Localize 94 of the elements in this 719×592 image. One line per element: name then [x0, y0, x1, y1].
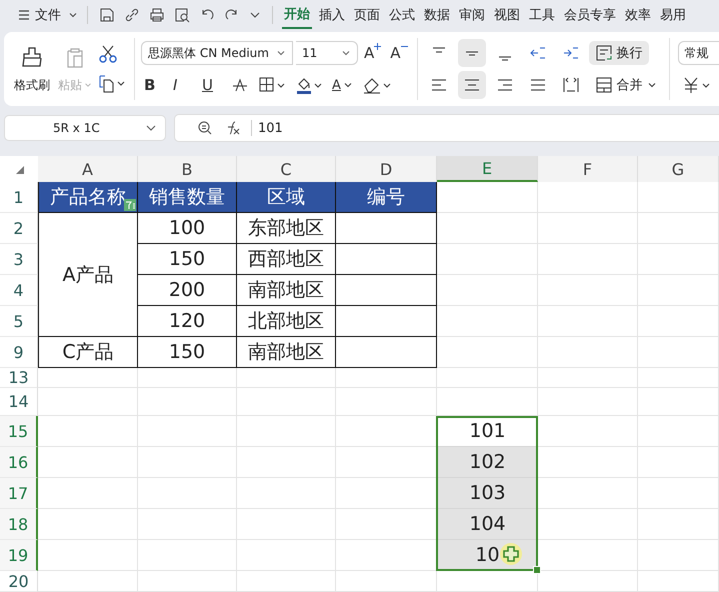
ribbon-tab[interactable]: 数据 [422, 2, 452, 28]
row-header[interactable]: 15 [0, 416, 38, 447]
selected-cell[interactable]: 103 [437, 478, 538, 509]
selected-cell[interactable]: 104 [437, 509, 538, 540]
caret-icon [276, 48, 286, 58]
row-header[interactable]: 17 [0, 478, 38, 509]
number-format-select[interactable]: 常规 [678, 41, 719, 65]
horizontal-align-icon[interactable] [458, 71, 486, 99]
caret-icon [342, 80, 353, 90]
merge-icon [594, 76, 613, 94]
ribbon-tab[interactable]: 易用 [658, 2, 688, 28]
print-preview-icon[interactable] [174, 7, 190, 23]
column-header[interactable]: E [437, 156, 538, 182]
menu-icon[interactable] [18, 9, 30, 21]
formula-bar[interactable]: 101 [174, 114, 719, 142]
caret-icon[interactable] [68, 10, 78, 20]
zoom-icon[interactable] [197, 120, 213, 136]
vertical-align-icon[interactable] [458, 39, 486, 67]
plus-icon [374, 43, 382, 50]
table-cell: 150 [138, 244, 237, 275]
brush-icon [20, 44, 44, 68]
table-cell: C产品 [38, 337, 138, 368]
bold-button[interactable]: B [141, 73, 167, 97]
link-icon[interactable] [124, 7, 140, 23]
table-cell: 北部地区 [237, 306, 336, 337]
print-icon[interactable] [149, 7, 165, 23]
column-header[interactable]: G [638, 156, 719, 182]
table-cell: 100 [138, 213, 237, 244]
copy-icon[interactable] [98, 74, 126, 94]
table-cell: 120 [138, 306, 237, 337]
font-size-select[interactable]: 11 [296, 41, 358, 65]
name-box[interactable]: 5R x 1C [4, 115, 166, 141]
column-header[interactable]: A [38, 156, 138, 182]
row-header[interactable]: 3 [0, 244, 38, 275]
row-header[interactable]: 9 [0, 337, 38, 368]
row-header[interactable]: 4 [0, 275, 38, 306]
decrease-font-button[interactable]: A [387, 41, 411, 65]
italic-button[interactable]: I [170, 73, 196, 97]
underline-button[interactable]: U [199, 73, 225, 97]
caret-icon [84, 81, 92, 89]
fill-handle[interactable] [533, 566, 541, 574]
wrap-text-icon [594, 44, 613, 62]
table-cell: 200 [138, 275, 237, 306]
ribbon-tab[interactable]: 工具 [527, 2, 557, 28]
row-header[interactable]: 19 [0, 540, 38, 571]
fill-color-icon[interactable] [295, 76, 323, 94]
column-header[interactable]: B [138, 156, 237, 182]
row-header[interactable]: 1 [0, 182, 38, 213]
eraser-icon[interactable] [362, 76, 392, 94]
ribbon-tab[interactable]: 公式 [387, 2, 417, 28]
row-header[interactable]: 5 [0, 306, 38, 337]
table-header-cell: 销售数量 [138, 182, 237, 213]
strikethrough-icon[interactable] [231, 76, 249, 94]
merge-button[interactable]: 合并 [588, 73, 663, 97]
table-cell: 南部地区 [237, 275, 336, 306]
table-cell: 西部地区 [237, 244, 336, 275]
file-menu[interactable]: 文件 [35, 6, 61, 24]
save-icon[interactable] [99, 7, 115, 23]
ribbon-tab[interactable]: 审阅 [457, 2, 487, 28]
column-header[interactable]: C [237, 156, 336, 182]
caret-icon [646, 80, 657, 90]
table-header-cell: 区域 [237, 182, 336, 213]
table-header-cell: 编号 [336, 182, 437, 213]
table-cell: 东部地区 [237, 213, 336, 244]
scissors-icon[interactable] [98, 44, 118, 64]
table-cell: 南部地区 [237, 337, 336, 368]
format-painter-button[interactable]: 格式刷 [12, 44, 52, 94]
ribbon-tab[interactable]: 插入 [317, 2, 347, 28]
ribbon-tab[interactable]: 视图 [492, 2, 522, 28]
selected-cell[interactable]: 102 [437, 447, 538, 478]
filter-icon[interactable] [124, 199, 136, 211]
ribbon-tab[interactable]: 会员专享 [562, 2, 618, 28]
table-cell: A产品 [38, 213, 138, 337]
table-header-cell: 产品名称 [38, 182, 138, 213]
font-color-button[interactable]: A [329, 73, 356, 97]
ribbon-tab[interactable]: 效率 [623, 2, 653, 28]
ribbon-tab[interactable]: 页面 [352, 2, 382, 28]
minus-icon [400, 43, 408, 50]
row-header[interactable]: 14 [0, 388, 38, 416]
increase-font-button[interactable]: A [361, 41, 384, 65]
row-header[interactable]: 20 [0, 571, 38, 592]
ribbon-tab[interactable]: 开始 [282, 1, 312, 29]
borders-icon[interactable] [258, 76, 286, 94]
cross-cursor-icon [500, 543, 522, 565]
row-header[interactable]: 16 [0, 447, 38, 478]
column-header[interactable]: D [336, 156, 437, 182]
row-header[interactable]: 2 [0, 213, 38, 244]
row-header[interactable]: 13 [0, 368, 38, 388]
caret-icon [341, 48, 351, 58]
wrap-text-button[interactable]: 换行 [588, 41, 649, 65]
font-family-select[interactable]: 思源黑体 CN Medium [141, 41, 293, 65]
table-cell: 150 [138, 337, 237, 368]
row-header[interactable]: 18 [0, 509, 38, 540]
column-header[interactable]: F [538, 156, 638, 182]
